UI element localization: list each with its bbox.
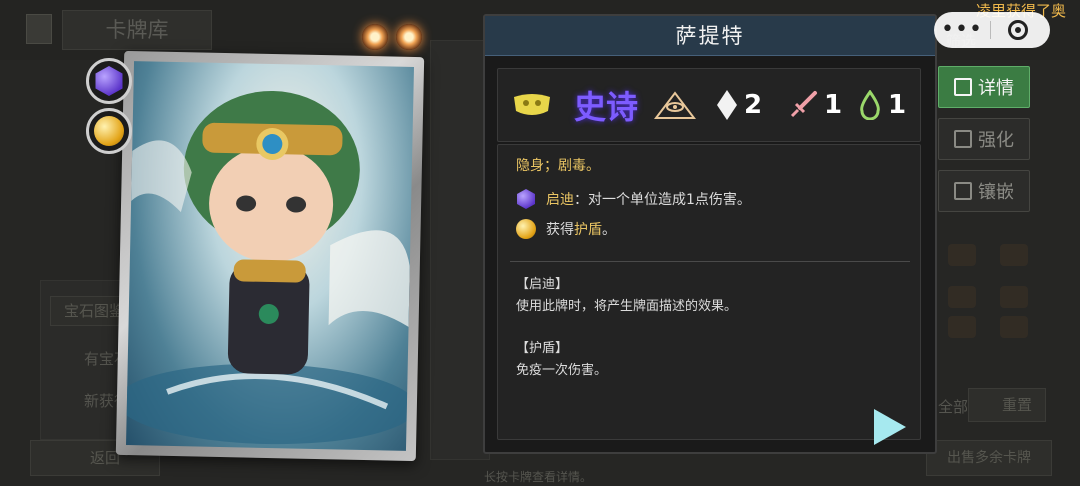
stats-panel: 史诗 2 1 1: [497, 68, 921, 142]
cost-value: 2: [744, 90, 763, 120]
health-stat: 1: [858, 85, 906, 125]
purple-gem-badge[interactable]: [86, 58, 132, 104]
enlighten-line: 启迪 ：对一个单位造成1点伤害。: [516, 189, 751, 209]
attack-value: 1: [824, 90, 843, 120]
card-slot-icon: [948, 316, 976, 338]
shield-suffix: 。: [602, 222, 616, 238]
card-name: 萨提特: [485, 16, 935, 56]
card-portrait: [126, 61, 414, 451]
hint-text: 长按卡牌查看详情。: [484, 470, 593, 484]
close-target-icon[interactable]: [1008, 20, 1028, 40]
face-mask-icon: [514, 94, 550, 115]
pyramid-eye-icon: [654, 91, 696, 119]
card-frame: [115, 50, 425, 462]
mini-program-capsule: •••: [934, 12, 1050, 48]
crystal-icon: [717, 90, 737, 120]
shield-label: 护盾: [574, 222, 602, 238]
sell-extra-button[interactable]: 出售多余卡牌: [926, 440, 1052, 476]
description-panel: 隐身；剧毒。 启迪 ：对一个单位造成1点伤害。 获得 护盾 。 【启迪】 使用此…: [497, 144, 921, 445]
reset-button[interactable]: 重置: [968, 388, 1046, 422]
details-button[interactable]: 详情: [938, 66, 1030, 108]
inlay-button[interactable]: 镶嵌: [938, 170, 1030, 212]
sword-icon: [790, 91, 817, 118]
gem-slot-icon: [954, 182, 972, 200]
upgrade-button[interactable]: 强化: [938, 118, 1030, 160]
capsule-divider: [990, 21, 991, 39]
gold-gem-badge[interactable]: [86, 108, 132, 154]
divider: [510, 261, 910, 262]
rarity-stat: 史诗: [574, 85, 639, 126]
shield-line: 获得 护盾 。: [516, 219, 616, 239]
card-detail-popup: 萨提特 史诗 2 1 1 隐身；剧毒。 启迪 ：对一个单位造成1点伤害。 获得 …: [483, 14, 937, 454]
card-slot-icon: [948, 244, 976, 266]
inlay-label: 镶嵌: [978, 182, 1014, 203]
health-value: 1: [888, 90, 907, 120]
attack-stat: 1: [788, 85, 842, 125]
gold-orb-icon: [516, 219, 536, 239]
card-slot-icon: [1000, 286, 1028, 308]
card-grid: [430, 40, 490, 460]
card-slot-icon: [1000, 244, 1028, 266]
upgrade-icon: [954, 130, 972, 148]
glossary-enlighten-text: 使用此牌时，将产生牌面描述的效果。: [516, 299, 738, 314]
race-stat: [512, 85, 552, 125]
sun-icon: [362, 24, 388, 50]
enlighten-label: 启迪: [546, 192, 574, 208]
rarity-label: 史诗: [574, 88, 639, 126]
more-menu-button[interactable]: •••: [934, 12, 990, 48]
purple-gem-icon: [517, 189, 535, 209]
glossary-shield-text: 免疫一次伤害。: [516, 363, 608, 378]
cost-stat: 2: [716, 85, 762, 125]
all-filter[interactable]: 全部: [938, 396, 968, 417]
next-page-arrow-icon[interactable]: [874, 409, 906, 445]
keywords-line: 隐身；剧毒。: [516, 158, 600, 174]
purple-gem-icon: [95, 66, 123, 96]
card-slot-icon: [948, 286, 976, 308]
sun-icon: [396, 24, 422, 50]
gold-orb-icon: [94, 116, 124, 146]
class-stat: [654, 85, 696, 125]
shield-prefix: 获得: [546, 222, 574, 238]
card-slot-icon: [1000, 316, 1028, 338]
game-logo-icon: [26, 14, 52, 44]
upgrade-label: 强化: [978, 130, 1014, 151]
details-label: 详情: [978, 78, 1014, 99]
page-title: 卡牌库: [62, 10, 212, 50]
glossary-shield-title: 【护盾】: [516, 341, 569, 356]
character-illustration: [126, 91, 414, 445]
page-icon: [954, 78, 972, 96]
glossary-enlighten-title: 【启迪】: [516, 277, 569, 292]
drop-icon: [860, 90, 880, 120]
enlighten-text: ：对一个单位造成1点伤害。: [574, 192, 751, 208]
